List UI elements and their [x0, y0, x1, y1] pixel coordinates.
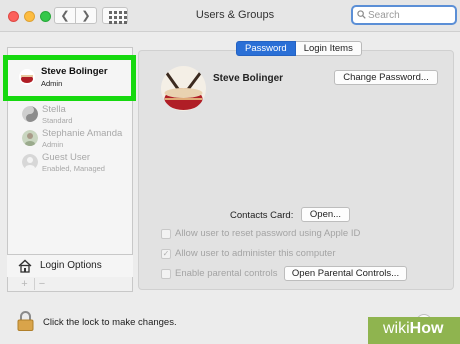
contacts-open-button[interactable]: Open...: [301, 207, 350, 222]
minimize-window-button[interactable]: [24, 11, 35, 22]
administer-checkbox-row[interactable]: ✓ Allow user to administer this computer: [161, 247, 336, 260]
tab-password[interactable]: Password: [236, 41, 296, 56]
lock-message: Click the lock to make changes.: [43, 317, 177, 328]
parental-controls-checkbox-row[interactable]: Enable parental controls: [161, 267, 277, 280]
user-role: Admin: [42, 140, 64, 149]
contacts-card-label: Contacts Card:: [230, 210, 294, 221]
lock-icon[interactable]: [17, 311, 34, 331]
user-picture[interactable]: [161, 66, 206, 111]
checkbox-label: Enable parental controls: [175, 268, 278, 279]
reset-password-checkbox[interactable]: [161, 228, 171, 239]
user-avatar: [19, 69, 35, 85]
house-icon: [18, 259, 32, 273]
show-all-button[interactable]: [102, 7, 128, 24]
forward-button[interactable]: ❯: [75, 7, 97, 24]
search-icon: [357, 10, 366, 19]
user-name: Stella: [42, 104, 66, 115]
detail-tabs: Password Login Items: [236, 41, 362, 56]
user-avatar: [22, 106, 38, 122]
grid-icon: [109, 11, 112, 14]
forward-arrow-icon: ❯: [81, 10, 91, 22]
checkbox-label: Allow user to reset password using Apple…: [175, 228, 361, 239]
open-parental-controls-button[interactable]: Open Parental Controls...: [284, 266, 407, 281]
window-title: Users & Groups: [195, 9, 275, 21]
selected-user-name: Steve Bolinger: [213, 73, 284, 84]
change-password-button[interactable]: Change Password...: [334, 70, 438, 85]
wikihow-logo-wiki: wiki: [383, 320, 410, 337]
back-arrow-icon: ❮: [60, 10, 70, 22]
user-name: Guest User: [42, 152, 91, 163]
wikihow-logo: wikiHow: [383, 320, 443, 338]
user-role: Enabled, Managed: [42, 164, 105, 173]
login-options-item[interactable]: Login Options: [7, 254, 133, 277]
parental-controls-checkbox[interactable]: [161, 268, 171, 279]
user-role: Admin: [41, 79, 63, 88]
administer-checkbox[interactable]: ✓: [161, 248, 171, 259]
add-user-button[interactable]: +: [17, 278, 32, 290]
guest-avatar: [22, 154, 38, 170]
login-options-label: Login Options: [40, 260, 102, 271]
user-avatar: [22, 130, 38, 146]
checkbox-label: Allow user to administer this computer: [175, 248, 336, 259]
close-window-button[interactable]: [8, 11, 19, 22]
search-input[interactable]: [368, 8, 454, 22]
search-field[interactable]: [351, 5, 457, 25]
reset-password-checkbox-row[interactable]: Allow user to reset password using Apple…: [161, 227, 360, 240]
zoom-window-button[interactable]: [40, 11, 51, 22]
sidebar-toolbar: + −: [7, 277, 133, 292]
tab-login-items[interactable]: Login Items: [295, 41, 362, 56]
remove-user-button[interactable]: −: [34, 278, 49, 290]
user-role: Standard: [42, 116, 73, 125]
wikihow-logo-how: How: [409, 320, 444, 337]
user-name: Steve Bolinger: [41, 66, 108, 77]
user-name: Stephanie Amanda: [42, 128, 123, 139]
back-button[interactable]: ❮: [54, 7, 76, 24]
title-bar: ❮ ❯ Users & Groups: [0, 0, 460, 32]
